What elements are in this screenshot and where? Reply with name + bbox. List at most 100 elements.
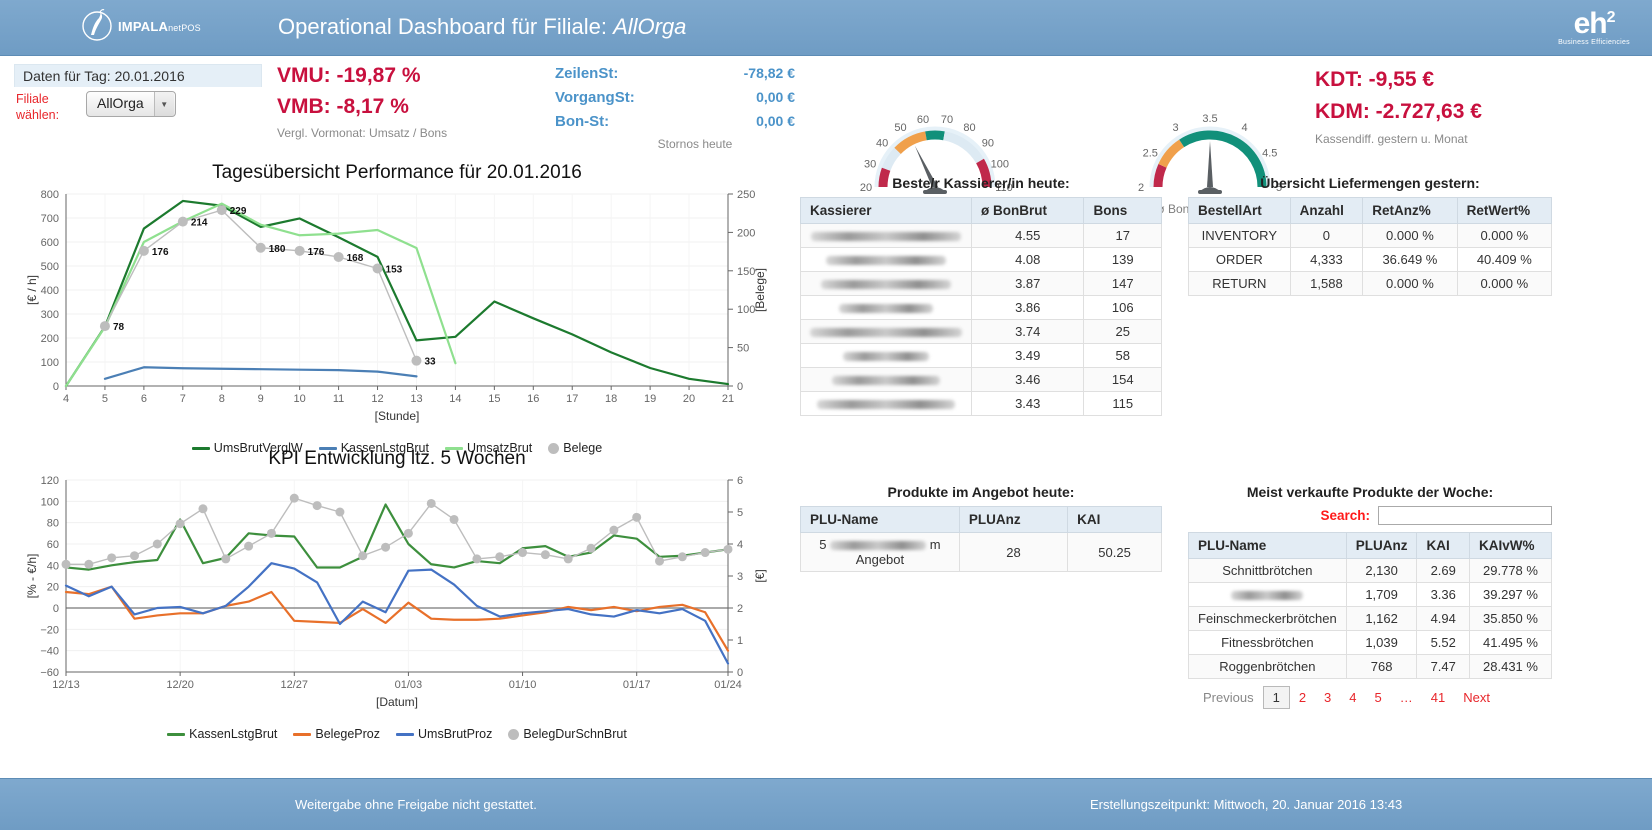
svg-text:[€]: [€] <box>753 569 767 582</box>
cell-plu-name: Roggenbrötchen <box>1189 655 1347 679</box>
svg-text:20: 20 <box>683 393 695 405</box>
svg-text:3: 3 <box>737 571 743 583</box>
branch-select[interactable]: AllOrga ▼ <box>86 91 176 117</box>
svg-text:2: 2 <box>737 603 743 615</box>
svg-text:7: 7 <box>180 393 186 405</box>
svg-text:153: 153 <box>386 264 403 275</box>
page-title-prefix: Operational Dashboard für Filiale: <box>278 14 613 39</box>
eh2-subtitle: Business Efficiencies <box>1558 39 1630 46</box>
cell-3: 0.000 % <box>1457 224 1551 248</box>
impala-antelope-icon <box>82 6 112 46</box>
storno-note: Stornos heute <box>555 137 795 151</box>
svg-text:100: 100 <box>41 496 59 508</box>
storno-key: VorgangSt: <box>555 89 635 106</box>
svg-text:[Stunde]: [Stunde] <box>375 409 420 423</box>
vmu-value: VMU: -19,87 % <box>277 64 447 88</box>
legend-label: BelegeProz <box>315 727 380 741</box>
cell-kassierer-name <box>801 224 972 248</box>
cell-bonbrut: 3.43 <box>972 392 1084 416</box>
app-footer: Weitergabe ohne Freigabe nicht gestattet… <box>0 778 1652 830</box>
svg-text:[€ / h]: [€ / h] <box>25 275 39 305</box>
table-liefermengen: Übersicht Liefermengen gestern: BestellA… <box>1188 175 1552 296</box>
table-row: 3.86106 <box>801 296 1162 320</box>
redacted-name <box>817 400 955 409</box>
pagination-page-3[interactable]: 3 <box>1315 686 1340 709</box>
table-row: Feinschmeckerbrötchen1,1624.9435.850 % <box>1189 607 1552 631</box>
redacted-name <box>832 376 940 385</box>
pagination-next[interactable]: Next <box>1454 686 1499 709</box>
svg-text:400: 400 <box>41 285 59 297</box>
pagination-page-5[interactable]: 5 <box>1366 686 1391 709</box>
svg-text:100: 100 <box>41 357 59 369</box>
svg-text:8: 8 <box>219 393 225 405</box>
svg-text:50: 50 <box>737 343 749 355</box>
pagination-page-…[interactable]: … <box>1391 686 1422 709</box>
cell-bons: 25 <box>1084 320 1162 344</box>
cell-kai: 7.47 <box>1417 655 1470 679</box>
svg-text:500: 500 <box>41 261 59 273</box>
cell-bonbrut: 3.49 <box>972 344 1084 368</box>
legend-item: UmsBrutProz <box>396 727 492 741</box>
page-title: Operational Dashboard für Filiale: AllOr… <box>278 14 686 40</box>
cell-pluanz: 768 <box>1346 655 1417 679</box>
table-kassierer-title: Beste/r Kassierer/in heute: <box>800 175 1162 191</box>
svg-text:60: 60 <box>47 539 59 551</box>
svg-text:214: 214 <box>191 218 208 229</box>
cell-bonbrut: 4.55 <box>972 224 1084 248</box>
pagination-page-2[interactable]: 2 <box>1290 686 1315 709</box>
svg-text:70: 70 <box>941 114 953 126</box>
cell-0: RETURN <box>1189 272 1291 296</box>
table-row: 3.7425 <box>801 320 1162 344</box>
cell-plu-name: Feinschmeckerbrötchen <box>1189 607 1347 631</box>
svg-text:12/20: 12/20 <box>166 679 194 691</box>
svg-text:600: 600 <box>41 237 59 249</box>
chart-tagesuebersicht-plot: 0100200300400500600700800050100150200250… <box>22 184 772 434</box>
cell-kassierer-name <box>801 344 972 368</box>
svg-text:19: 19 <box>644 393 656 405</box>
cell-kassierer-name <box>801 320 972 344</box>
cell-3: 0.000 % <box>1457 272 1551 296</box>
svg-text:13: 13 <box>410 393 422 405</box>
svg-text:6: 6 <box>141 393 147 405</box>
day-label: Daten für Tag: 20.01.2016 <box>14 64 262 87</box>
cell-pluanz: 1,039 <box>1346 631 1417 655</box>
cell-kassierer-name <box>801 272 972 296</box>
redacted-name <box>821 280 951 289</box>
branch-select-value: AllOrga <box>87 92 154 116</box>
cell-2: 0.000 % <box>1363 224 1457 248</box>
pagination-page-41[interactable]: 41 <box>1422 686 1454 709</box>
cell-kaivw: 29.778 % <box>1469 559 1551 583</box>
pagination-page-4[interactable]: 4 <box>1340 686 1365 709</box>
svg-text:0: 0 <box>53 381 59 393</box>
chevron-down-icon[interactable]: ▼ <box>154 92 174 116</box>
redacted-name <box>830 541 926 550</box>
storno-row: Bon-St: 0,00 € <box>555 113 795 130</box>
legend-item: BelegDurSchnBrut <box>508 727 627 741</box>
svg-text:80: 80 <box>47 518 59 530</box>
svg-text:[Datum]: [Datum] <box>376 695 418 709</box>
svg-text:168: 168 <box>347 253 364 264</box>
svg-text:3: 3 <box>1172 122 1178 134</box>
svg-text:18: 18 <box>605 393 617 405</box>
cell-bonbrut: 3.86 <box>972 296 1084 320</box>
redacted-name <box>1231 591 1303 600</box>
col-kaivw: KAIvW% <box>1469 533 1551 559</box>
search-input[interactable] <box>1378 506 1552 525</box>
table-row: 3.46154 <box>801 368 1162 392</box>
kassierer-table-body: 4.55174.081393.871473.861063.74253.49583… <box>801 224 1162 416</box>
svg-text:176: 176 <box>308 247 325 258</box>
svg-text:10: 10 <box>294 393 306 405</box>
pagination-page-1[interactable]: 1 <box>1263 686 1290 709</box>
cell-1: 0 <box>1290 224 1363 248</box>
svg-text:[% - €/h]: [% - €/h] <box>25 554 39 599</box>
redacted-name <box>826 256 946 265</box>
svg-text:4.5: 4.5 <box>1262 148 1277 160</box>
table-header-row: Kassierer ø BonBrut Bons <box>801 198 1162 224</box>
svg-text:50: 50 <box>894 122 906 134</box>
branch-label-line1: Filiale <box>16 91 80 107</box>
pagination-previous[interactable]: Previous <box>1194 686 1263 709</box>
storno-key: Bon-St: <box>555 113 609 130</box>
kassierer-table: Kassierer ø BonBrut Bons 4.55174.081393.… <box>800 197 1162 416</box>
cell-bonbrut: 4.08 <box>972 248 1084 272</box>
day-panel: Daten für Tag: 20.01.2016 Filiale wählen… <box>14 64 262 123</box>
